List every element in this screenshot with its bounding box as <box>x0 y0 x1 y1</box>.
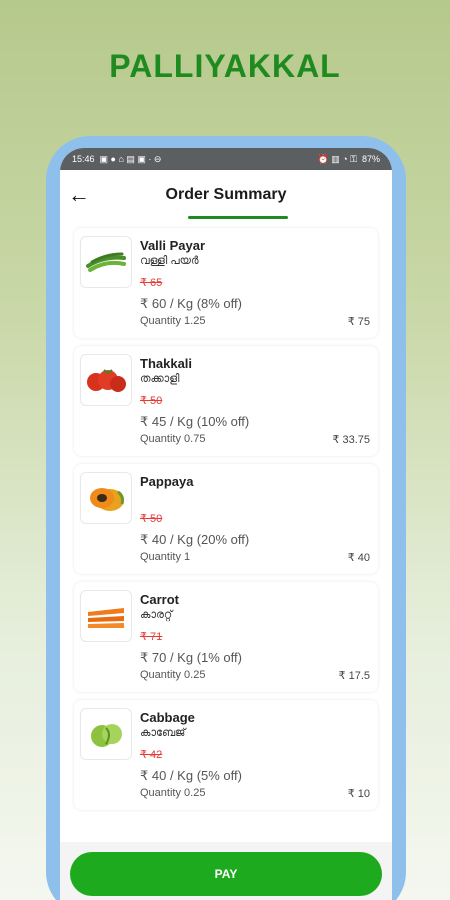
order-item[interactable]: Carrot കാരറ്റ് ₹ 71 ₹ 70 / Kg (1% off) Q… <box>74 582 378 692</box>
order-list: Valli Payar വള്ളി പയർ ₹ 65 ₹ 60 / Kg (8%… <box>60 224 392 810</box>
phone-frame: 15:46 ▣ ● ⌂ ▤ ▣ · ⊖ ⏰ ▥ ◔ ⚿ 87% ← Order … <box>46 136 406 900</box>
item-price: ₹ 70 / Kg (1% off) <box>140 650 242 665</box>
item-name: Pappaya <box>140 474 194 489</box>
item-price: ₹ 45 / Kg (10% off) <box>140 414 250 429</box>
item-old-price: ₹ 71 <box>140 631 163 643</box>
item-quantity: Quantity 0.25 <box>140 787 206 799</box>
brand-title: PALLIYAKKAL <box>109 48 341 84</box>
item-quantity: Quantity 1 <box>140 551 191 563</box>
item-old-price: ₹ 50 <box>140 395 163 407</box>
item-total: ₹ 10 <box>347 788 370 800</box>
item-name: Thakkali <box>140 356 193 371</box>
page-title: Order Summary <box>165 186 287 203</box>
back-arrow-icon[interactable]: ← <box>68 184 90 206</box>
item-price: ₹ 60 / Kg (8% off) <box>140 296 242 311</box>
notification-icons: ▣ ● ⌂ ▤ ▣ · ⊖ <box>99 153 162 164</box>
header: ← Order Summary <box>60 170 392 224</box>
item-local-name: കാബേജ് <box>140 727 186 739</box>
order-item[interactable]: Pappaya ₹ 50 ₹ 40 / Kg (20% off) Quantit… <box>74 464 378 574</box>
long-beans-icon <box>80 236 132 288</box>
item-local-name: വള്ളി പയർ <box>140 255 199 267</box>
pay-button[interactable]: PAY <box>70 852 382 896</box>
item-name: Carrot <box>140 592 180 607</box>
item-quantity: Quantity 1.25 <box>140 315 206 327</box>
tomato-icon <box>80 354 132 406</box>
cabbage-icon <box>80 708 132 760</box>
item-total: ₹ 33.75 <box>332 434 370 446</box>
app-screen: 15:46 ▣ ● ⌂ ▤ ▣ · ⊖ ⏰ ▥ ◔ ⚿ 87% ← Order … <box>60 148 392 900</box>
battery-level: 87% <box>361 154 380 164</box>
item-quantity: Quantity 0.75 <box>140 433 206 445</box>
item-total: ₹ 75 <box>347 316 370 328</box>
item-old-price: ₹ 65 <box>140 277 163 289</box>
carrot-icon <box>80 590 132 642</box>
order-item[interactable]: Cabbage കാബേജ് ₹ 42 ₹ 40 / Kg (5% off) Q… <box>74 700 378 810</box>
item-local-name: കാരറ്റ് <box>140 609 173 621</box>
status-time: 15:46 <box>72 154 95 164</box>
papaya-icon <box>80 472 132 524</box>
item-price: ₹ 40 / Kg (5% off) <box>140 768 242 783</box>
status-bar: 15:46 ▣ ● ⌂ ▤ ▣ · ⊖ ⏰ ▥ ◔ ⚿ 87% <box>60 148 392 170</box>
pay-bar: PAY <box>60 842 392 900</box>
signal-icons: ⏰ ▥ ◔ ⚿ <box>317 153 357 164</box>
item-quantity: Quantity 0.25 <box>140 669 206 681</box>
item-name: Valli Payar <box>140 238 206 253</box>
item-total: ₹ 17.5 <box>338 670 370 682</box>
item-price: ₹ 40 / Kg (20% off) <box>140 532 250 547</box>
order-item[interactable]: Thakkali തക്കാളി ₹ 50 ₹ 45 / Kg (10% off… <box>74 346 378 456</box>
item-total: ₹ 40 <box>347 552 370 564</box>
item-old-price: ₹ 42 <box>140 749 163 761</box>
order-item[interactable]: Valli Payar വള്ളി പയർ ₹ 65 ₹ 60 / Kg (8%… <box>74 228 378 338</box>
item-local-name: തക്കാളി <box>140 373 180 385</box>
item-name: Cabbage <box>140 710 195 725</box>
title-underline <box>188 216 288 219</box>
item-old-price: ₹ 50 <box>140 513 163 525</box>
